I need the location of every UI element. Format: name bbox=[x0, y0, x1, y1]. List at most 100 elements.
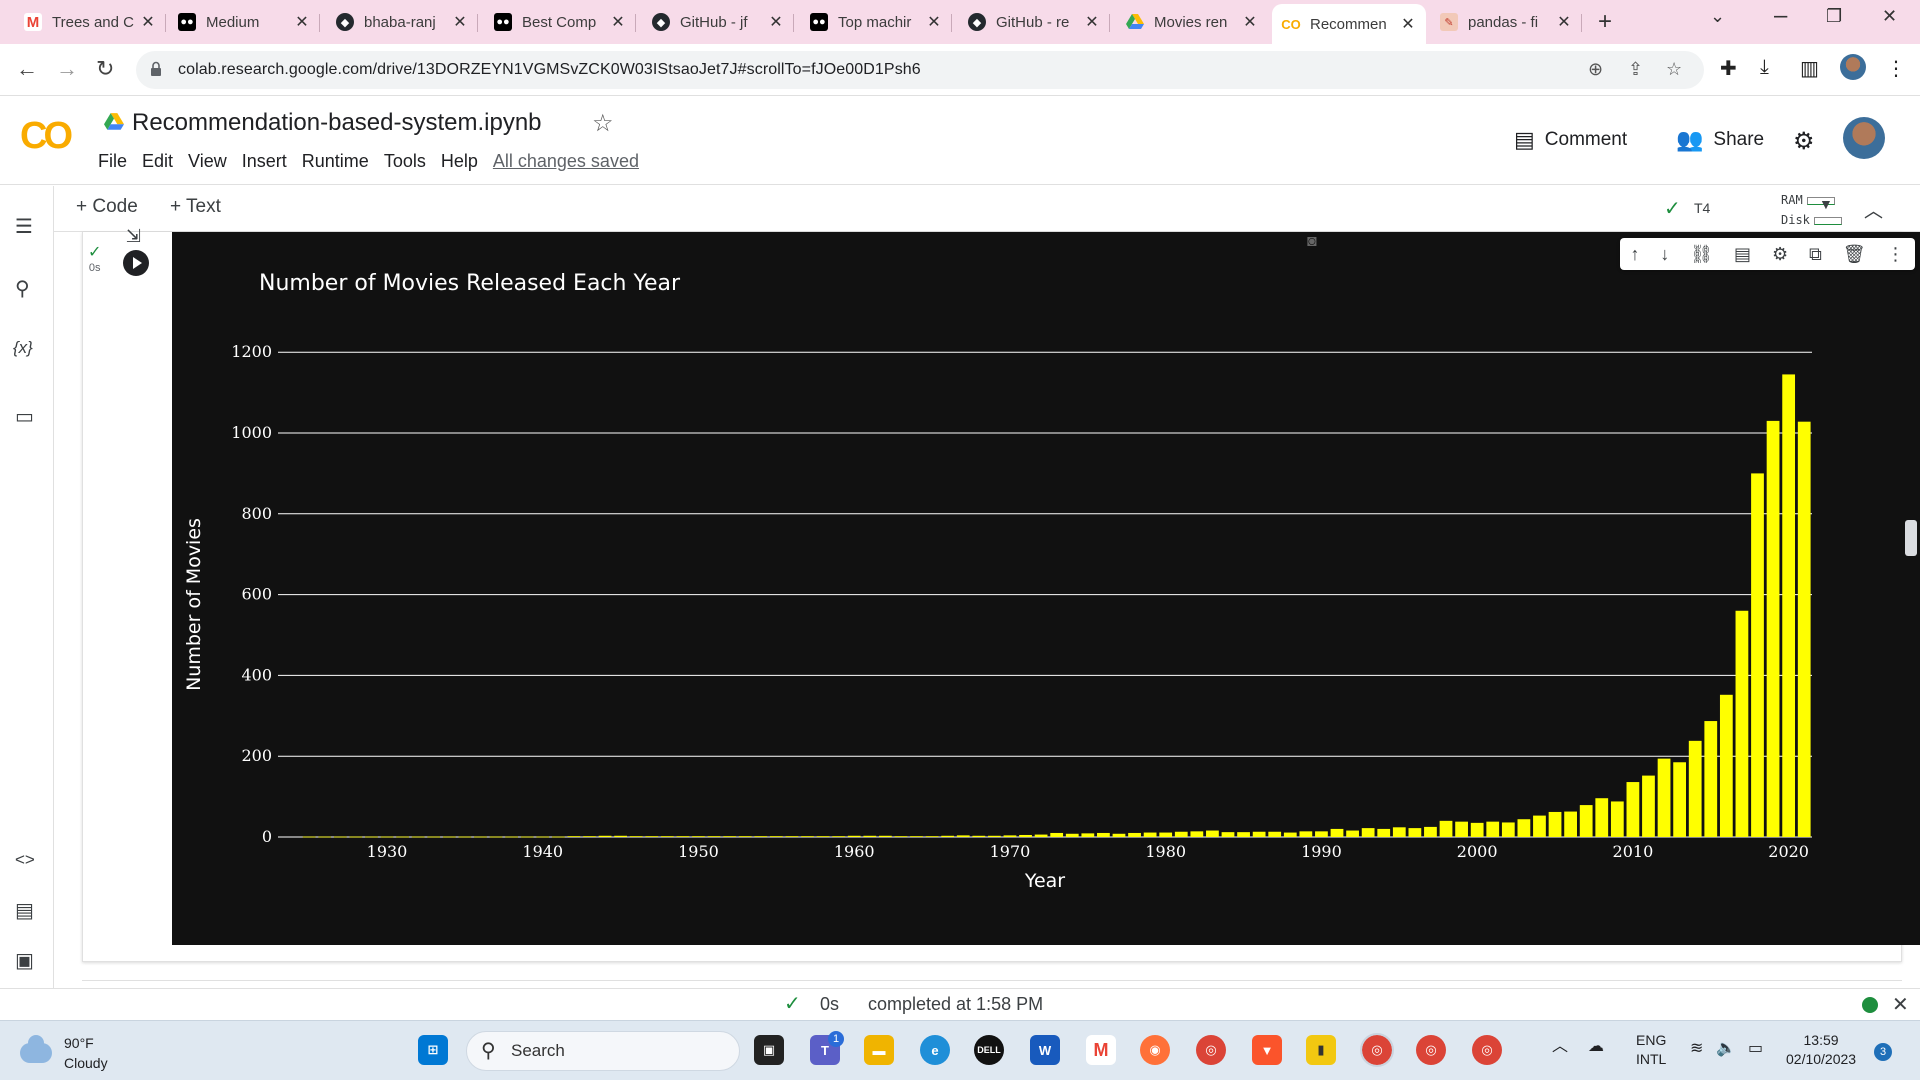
tab-search-icon[interactable]: ⌄ bbox=[1710, 6, 1725, 27]
browser-tab[interactable]: M Trees and C ✕ bbox=[14, 6, 166, 38]
clock[interactable]: 13:59 02/10/2023 bbox=[1786, 1031, 1856, 1069]
star-icon[interactable]: ☆ bbox=[592, 109, 614, 138]
code-cell[interactable]: ✓ 0s ⇲ Number of Movies Released Each Ye… bbox=[82, 226, 1920, 962]
close-tab-icon[interactable]: ✕ bbox=[926, 12, 942, 32]
delete-icon[interactable]: 🗑 bbox=[1843, 244, 1866, 265]
profile-avatar[interactable] bbox=[1840, 54, 1866, 80]
taskbar-search[interactable]: ⚲ Search bbox=[466, 1031, 740, 1071]
close-tab-icon[interactable]: ✕ bbox=[1400, 14, 1416, 34]
mirror-cell-icon[interactable]: ⧉ bbox=[1809, 244, 1822, 265]
browser-tab[interactable]: ●● Best Comp ✕ bbox=[484, 6, 636, 38]
add-text-button[interactable]: + Text bbox=[170, 196, 221, 218]
add-code-button[interactable]: + Code bbox=[76, 196, 138, 218]
close-tab-icon[interactable]: ✕ bbox=[1084, 12, 1100, 32]
move-up-icon[interactable]: ↑ bbox=[1630, 244, 1639, 265]
notebook-name[interactable]: Recommendation-based-system.ipynb bbox=[132, 109, 542, 137]
search-icon[interactable]: ⚲ bbox=[15, 276, 30, 301]
forward-icon[interactable]: → bbox=[56, 56, 78, 82]
settings-icon[interactable]: ⚙ bbox=[1772, 244, 1788, 265]
menu-insert[interactable]: Insert bbox=[242, 151, 287, 172]
browser-tab[interactable]: ◆ GitHub - re ✕ bbox=[958, 6, 1110, 38]
firefox-icon[interactable]: ◉ bbox=[1140, 1035, 1170, 1065]
table-of-contents-icon[interactable]: ☰ bbox=[15, 214, 33, 239]
language-indicator[interactable]: ENG INTL bbox=[1636, 1031, 1666, 1069]
address-bar[interactable]: colab.research.google.com/drive/13DORZEY… bbox=[136, 51, 1704, 89]
extensions-icon[interactable]: ✚ bbox=[1720, 56, 1737, 81]
zoom-icon[interactable]: ⊕ bbox=[1588, 59, 1603, 80]
menu-view[interactable]: View bbox=[188, 151, 227, 172]
runtime-dropdown-icon[interactable]: ▼ bbox=[1819, 196, 1833, 212]
windows-start-icon[interactable]: ⊞ bbox=[418, 1035, 448, 1065]
back-icon[interactable]: ← bbox=[16, 56, 38, 82]
downloads-icon[interactable]: ⤓ bbox=[1760, 56, 1769, 79]
code-snippets-icon[interactable]: <> bbox=[15, 850, 35, 870]
menu-tools[interactable]: Tools bbox=[384, 151, 426, 172]
onedrive-icon[interactable]: ☁ bbox=[1588, 1037, 1604, 1056]
menu-file[interactable]: File bbox=[98, 151, 127, 172]
side-panel-icon[interactable]: ▥ bbox=[1800, 56, 1819, 81]
close-tab-icon[interactable]: ✕ bbox=[140, 12, 156, 32]
avatar[interactable] bbox=[1843, 117, 1885, 159]
share-button[interactable]: 👥 Share bbox=[1676, 127, 1764, 153]
weather-widget[interactable]: 90°F Cloudy bbox=[20, 1033, 108, 1073]
share-page-icon[interactable]: ⇪ bbox=[1628, 59, 1643, 80]
bookmark-star-icon[interactable]: ☆ bbox=[1666, 59, 1682, 80]
brave-icon[interactable]: ▼ bbox=[1252, 1035, 1282, 1065]
comment-button[interactable]: ▤ Comment bbox=[1514, 127, 1627, 153]
browser-menu-icon[interactable]: ⋮ bbox=[1886, 56, 1906, 81]
menu-help[interactable]: Help bbox=[441, 151, 478, 172]
wifi-icon[interactable]: ≋ bbox=[1690, 1039, 1703, 1058]
scrollbar-thumb[interactable] bbox=[1905, 520, 1917, 556]
menu-edit[interactable]: Edit bbox=[142, 151, 173, 172]
close-status-icon[interactable]: ✕ bbox=[1892, 992, 1909, 1017]
task-view-icon[interactable]: ▣ bbox=[754, 1035, 784, 1065]
file-explorer-icon[interactable]: ▬ bbox=[864, 1035, 894, 1065]
close-window-icon[interactable]: ✕ bbox=[1882, 6, 1897, 27]
close-tab-icon[interactable]: ✕ bbox=[1556, 12, 1572, 32]
browser-tab[interactable]: ✎ pandas - fi ✕ bbox=[1430, 6, 1582, 38]
edge-icon[interactable]: e bbox=[920, 1035, 950, 1065]
volume-icon[interactable]: 🔈 bbox=[1716, 1039, 1736, 1058]
comment-icon[interactable]: ▤ bbox=[1734, 244, 1751, 265]
battery-icon[interactable]: ▭ bbox=[1748, 1039, 1763, 1058]
browser-tab[interactable]: ●● Top machir ✕ bbox=[800, 6, 952, 38]
variables-icon[interactable]: {x} bbox=[13, 338, 33, 358]
close-tab-icon[interactable]: ✕ bbox=[768, 12, 784, 32]
tray-overflow-icon[interactable]: ︿ bbox=[1552, 1037, 1568, 1056]
output-actions-icon[interactable]: ⇲ bbox=[126, 226, 141, 247]
close-tab-icon[interactable]: ✕ bbox=[452, 12, 468, 32]
chrome-profile-icon[interactable]: ◎ bbox=[1472, 1035, 1502, 1065]
browser-tab[interactable]: ●● Medium ✕ bbox=[168, 6, 320, 38]
collapse-header-icon[interactable]: ︿ bbox=[1864, 196, 1883, 223]
browser-tab[interactable]: ◆ GitHub - jf ✕ bbox=[642, 6, 794, 38]
settings-icon[interactable]: ⚙ bbox=[1793, 127, 1815, 156]
new-tab-icon[interactable]: + bbox=[1598, 8, 1612, 36]
command-palette-icon[interactable]: ▤ bbox=[15, 898, 34, 923]
close-tab-icon[interactable]: ✕ bbox=[610, 12, 626, 32]
files-icon[interactable]: ▭ bbox=[15, 404, 34, 429]
power-bi-icon[interactable]: ▮ bbox=[1306, 1035, 1336, 1065]
more-icon[interactable]: ⋮ bbox=[1887, 244, 1905, 265]
link-icon[interactable]: ⛓ bbox=[1690, 244, 1713, 265]
close-tab-icon[interactable]: ✕ bbox=[1242, 12, 1258, 32]
word-icon[interactable]: W bbox=[1030, 1035, 1060, 1065]
colab-logo[interactable]: CO bbox=[20, 115, 73, 158]
run-cell-button[interactable] bbox=[123, 250, 149, 276]
browser-tab[interactable]: ◆ bhaba-ranj ✕ bbox=[326, 6, 478, 38]
browser-tab-active[interactable]: CO Recommen ✕ bbox=[1272, 4, 1426, 44]
reload-icon[interactable]: ↻ bbox=[96, 56, 114, 82]
terminal-icon[interactable]: ▣ bbox=[15, 948, 34, 973]
dell-icon[interactable]: DELL bbox=[974, 1035, 1004, 1065]
save-status[interactable]: All changes saved bbox=[493, 151, 639, 172]
notification-badge[interactable]: 3 bbox=[1874, 1043, 1892, 1061]
restore-icon[interactable]: ❐ bbox=[1826, 6, 1842, 27]
chrome-profile-icon[interactable]: ◎ bbox=[1416, 1035, 1446, 1065]
chrome-icon[interactable]: ◎ bbox=[1196, 1035, 1226, 1065]
menu-runtime[interactable]: Runtime bbox=[302, 151, 369, 172]
close-tab-icon[interactable]: ✕ bbox=[294, 12, 310, 32]
chrome-profile-icon[interactable]: ◎ bbox=[1360, 1033, 1394, 1067]
gmail-icon[interactable]: M bbox=[1086, 1035, 1116, 1065]
browser-tab[interactable]: Movies ren ✕ bbox=[1116, 6, 1268, 38]
minimize-icon[interactable]: – bbox=[1774, 2, 1787, 30]
move-down-icon[interactable]: ↓ bbox=[1660, 244, 1669, 265]
